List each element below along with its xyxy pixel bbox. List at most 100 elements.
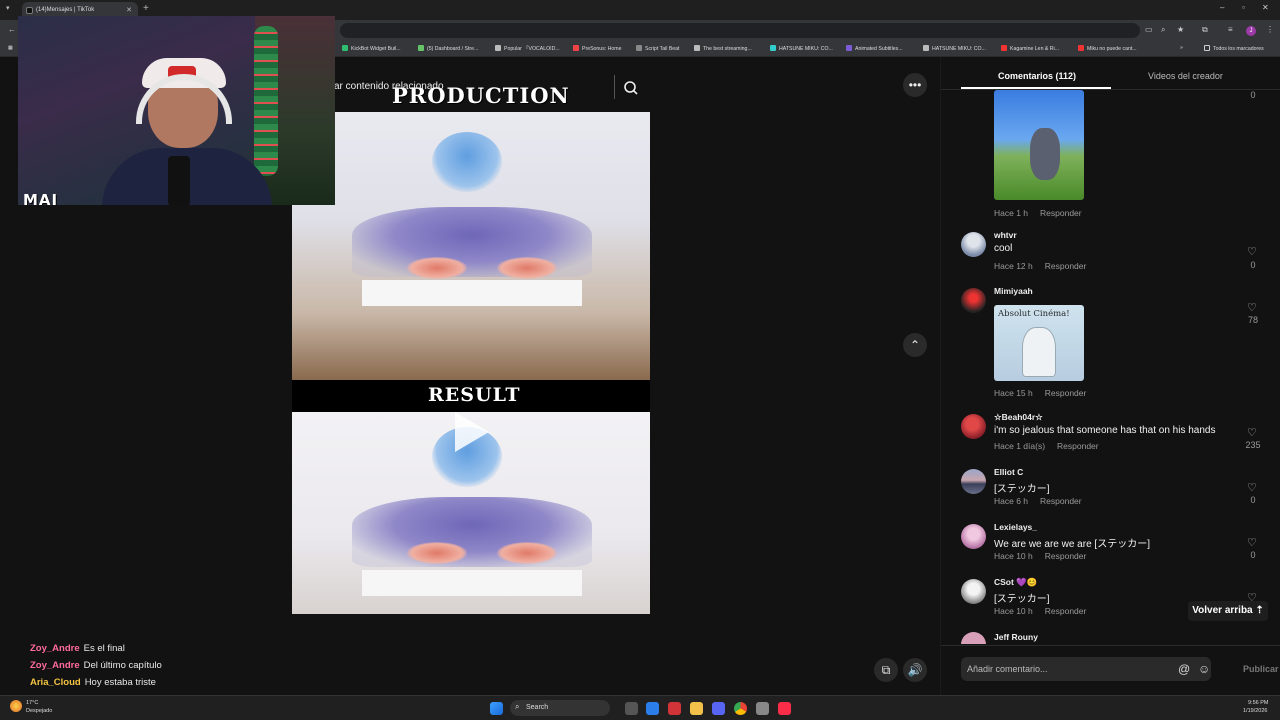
media-icon[interactable]: ≡ xyxy=(1228,25,1233,34)
heart-icon[interactable]: ♡ xyxy=(1247,301,1257,314)
reply-button[interactable]: Responder xyxy=(1045,551,1087,561)
avatar[interactable] xyxy=(961,632,986,644)
comment-image[interactable] xyxy=(994,90,1084,200)
heart-icon[interactable]: ♡ xyxy=(1247,426,1257,439)
back-icon[interactable]: ← xyxy=(8,25,16,34)
emoji-icon[interactable]: ☺ xyxy=(1198,662,1210,676)
comment-meta: Hace 15 h Responder xyxy=(994,388,1098,398)
tab-comments[interactable]: Comentarios (112) xyxy=(998,71,1076,81)
volume-icon[interactable]: 🔊 xyxy=(903,658,927,682)
comment-text: cool xyxy=(994,243,1013,254)
comment-author[interactable]: whtvr xyxy=(994,230,1017,240)
reply-button[interactable]: Responder xyxy=(1045,261,1087,271)
previous-video-icon[interactable]: ⌃ xyxy=(903,333,927,357)
comment-meta: Hace 10 h Responder xyxy=(994,606,1098,616)
more-options-icon[interactable]: ••• xyxy=(903,73,927,97)
comment-time: Hace 12 h xyxy=(994,261,1033,271)
chat-username: Zoy_Andre xyxy=(30,643,80,654)
avatar[interactable] xyxy=(961,579,986,604)
avatar[interactable] xyxy=(961,524,986,549)
bookmark-item[interactable]: (5) Dashboard / Stre... xyxy=(418,45,478,52)
bookmark-item[interactable]: The best streaming... xyxy=(694,45,752,52)
bookmark-item[interactable]: Popular 「VOCALOID... xyxy=(495,45,560,52)
tab-creator-videos[interactable]: Videos del creador xyxy=(1148,71,1223,81)
bookmark-item[interactable]: HATSUNE MIKU: CO... xyxy=(923,45,986,52)
reply-button[interactable]: Responder xyxy=(1045,606,1087,616)
bookmark-star-icon[interactable]: ★ xyxy=(1177,25,1184,34)
app-icon[interactable] xyxy=(668,702,681,715)
reply-button[interactable]: Responder xyxy=(1045,388,1087,398)
reply-button[interactable]: Responder xyxy=(1057,441,1099,451)
omnibox[interactable] xyxy=(340,23,1140,38)
comment-author[interactable]: Mimiyaah xyxy=(994,286,1033,296)
cast-icon[interactable]: ▭ xyxy=(1145,25,1153,34)
new-tab-icon[interactable]: + xyxy=(143,3,149,14)
comment-image[interactable]: Absolut Cinéma! xyxy=(994,305,1084,381)
reply-button[interactable]: Responder xyxy=(1040,496,1082,506)
video-player[interactable] xyxy=(292,112,650,614)
bookmarks-overflow-icon[interactable]: » xyxy=(1180,45,1183,51)
edge-icon[interactable] xyxy=(646,702,659,715)
mention-icon[interactable]: @ xyxy=(1178,662,1190,676)
like-count: 0 xyxy=(1250,260,1256,270)
start-icon[interactable] xyxy=(490,702,503,715)
bookmark-item[interactable]: KickBot Widget Buil... xyxy=(342,45,401,52)
chat-text: Del último capítulo xyxy=(83,660,162,671)
clock-date: 1/19/2026 xyxy=(1243,708,1268,714)
close-tab-icon[interactable]: ✕ xyxy=(126,6,132,14)
task-view-icon[interactable] xyxy=(625,702,638,715)
avatar[interactable] xyxy=(961,414,986,439)
tab-search-icon[interactable]: ▾ xyxy=(6,4,10,12)
zoom-icon[interactable]: ⌕ xyxy=(1161,25,1165,35)
bookmark-item[interactable]: Script Tail Beat xyxy=(636,45,680,52)
search-icon: ⌕ xyxy=(515,702,520,711)
profile-avatar[interactable]: J xyxy=(1246,26,1256,36)
maximize-icon[interactable]: ▫ xyxy=(1242,3,1245,12)
bookmark-item[interactable]: Animated Subtitles... xyxy=(846,45,903,52)
stream-chat: Zoy_Andre Es el final Zoy_Andre Del último… xyxy=(30,640,270,691)
drawing-hand xyxy=(407,257,467,279)
heart-icon[interactable]: ♡ xyxy=(1247,481,1257,494)
comment-author[interactable]: ☆Beah04r☆ xyxy=(994,412,1043,423)
comment-input[interactable]: Añadir comentario... xyxy=(961,657,1211,681)
weather-icon[interactable] xyxy=(10,700,22,712)
settings-icon[interactable] xyxy=(756,702,769,715)
extensions-icon[interactable]: ⧉ xyxy=(1202,25,1208,35)
taskbar-search[interactable]: ⌕ Search xyxy=(510,700,610,716)
play-icon[interactable] xyxy=(455,412,489,452)
heart-icon[interactable]: ♡ xyxy=(1247,245,1257,258)
heart-icon[interactable]: ♡ xyxy=(1247,536,1257,549)
bookmark-item[interactable]: HATSUNE MIKU: CO... xyxy=(770,45,833,52)
comment-author[interactable]: Elliot C xyxy=(994,467,1023,477)
comment-author[interactable]: Jeff Rouny xyxy=(994,632,1038,642)
search-icon[interactable] xyxy=(614,75,638,99)
avatar[interactable] xyxy=(961,232,986,257)
miniplayer-icon[interactable]: ⧉ xyxy=(874,658,898,682)
reply-button[interactable]: Responder xyxy=(1040,208,1082,218)
close-window-icon[interactable]: ✕ xyxy=(1262,3,1269,12)
comment-author[interactable]: CSot 💜😊 xyxy=(994,577,1037,588)
plush-figure xyxy=(1030,128,1060,180)
apps-icon[interactable]: ▦ xyxy=(8,45,13,51)
file-explorer-icon[interactable] xyxy=(690,702,703,715)
chrome-icon[interactable] xyxy=(734,702,747,715)
drawing-robe xyxy=(352,497,592,567)
comment-text: [ステッカー] xyxy=(994,594,1050,605)
avatar[interactable] xyxy=(961,469,986,494)
publish-button[interactable]: Publicar xyxy=(1243,664,1279,674)
minimize-icon[interactable]: – xyxy=(1220,3,1224,12)
music-icon[interactable] xyxy=(778,702,791,715)
bookmark-item[interactable]: PreSonus: Home xyxy=(573,45,622,52)
webcam-christmas-tree xyxy=(254,26,278,176)
bookmark-item[interactable]: Kagamine Len & Ri... xyxy=(1001,45,1059,52)
all-bookmarks-folder[interactable]: Todos los marcadores xyxy=(1204,45,1264,52)
bookmark-item[interactable]: Miku no puede cant... xyxy=(1078,45,1137,52)
comment-author[interactable]: Lexielays_ xyxy=(994,522,1037,532)
comment-time: Hace 15 h xyxy=(994,388,1033,398)
scroll-to-top-button[interactable]: Volver arriba ⇡ xyxy=(1188,601,1268,621)
avatar[interactable] xyxy=(961,288,986,313)
discord-icon[interactable] xyxy=(712,702,725,715)
browser-menu-icon[interactable]: ⋮ xyxy=(1266,25,1274,34)
related-search-bar[interactable]: ar contenido relacionado xyxy=(334,72,638,102)
comment-text: We are we are we are [ステッカー] xyxy=(994,539,1150,550)
